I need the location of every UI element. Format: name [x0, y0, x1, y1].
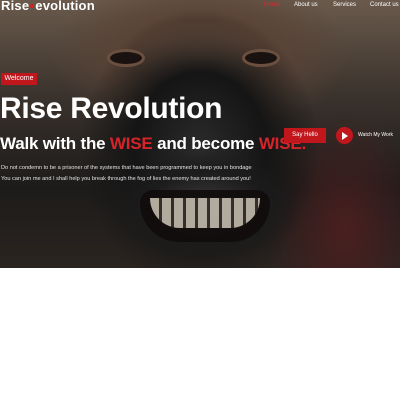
subtitle-highlight: WISE [109, 134, 153, 153]
hero-image-teeth [150, 198, 260, 228]
say-hello-button[interactable]: Say Hello [284, 128, 326, 143]
nav-link-contact[interactable]: Contact us [370, 2, 399, 8]
play-icon[interactable] [336, 127, 353, 144]
nav-link-services[interactable]: Services [333, 2, 356, 8]
hero-section: Rise evolution Home About us Services Con… [0, 0, 400, 268]
subtitle-text: and become [152, 134, 259, 153]
logo-text: Rise [1, 0, 30, 13]
top-navbar: Rise evolution Home About us Services Con… [0, 0, 400, 14]
hero-image-eye [110, 52, 142, 64]
subtitle-text: Walk with the [0, 134, 110, 153]
logo-dot-icon [30, 3, 35, 8]
welcome-badge: Welcome [1, 73, 37, 85]
hero-description-line: You can join me and I shall help you bre… [1, 176, 251, 182]
nav-link-about[interactable]: About us [294, 2, 318, 8]
logo-text: evolution [35, 0, 95, 13]
hero-title: Rise Revolution [0, 92, 223, 125]
watch-my-work-link[interactable]: Watch My Work [358, 132, 393, 138]
hero-subtitle: Walk with the WISE and become WISE. [0, 134, 306, 154]
site-logo[interactable]: Rise evolution [1, 0, 95, 13]
nav-link-home[interactable]: Home [264, 2, 280, 8]
hero-image-eye [245, 52, 277, 64]
hero-description-line: Do not condemn to be a prisoner of the s… [1, 165, 252, 171]
